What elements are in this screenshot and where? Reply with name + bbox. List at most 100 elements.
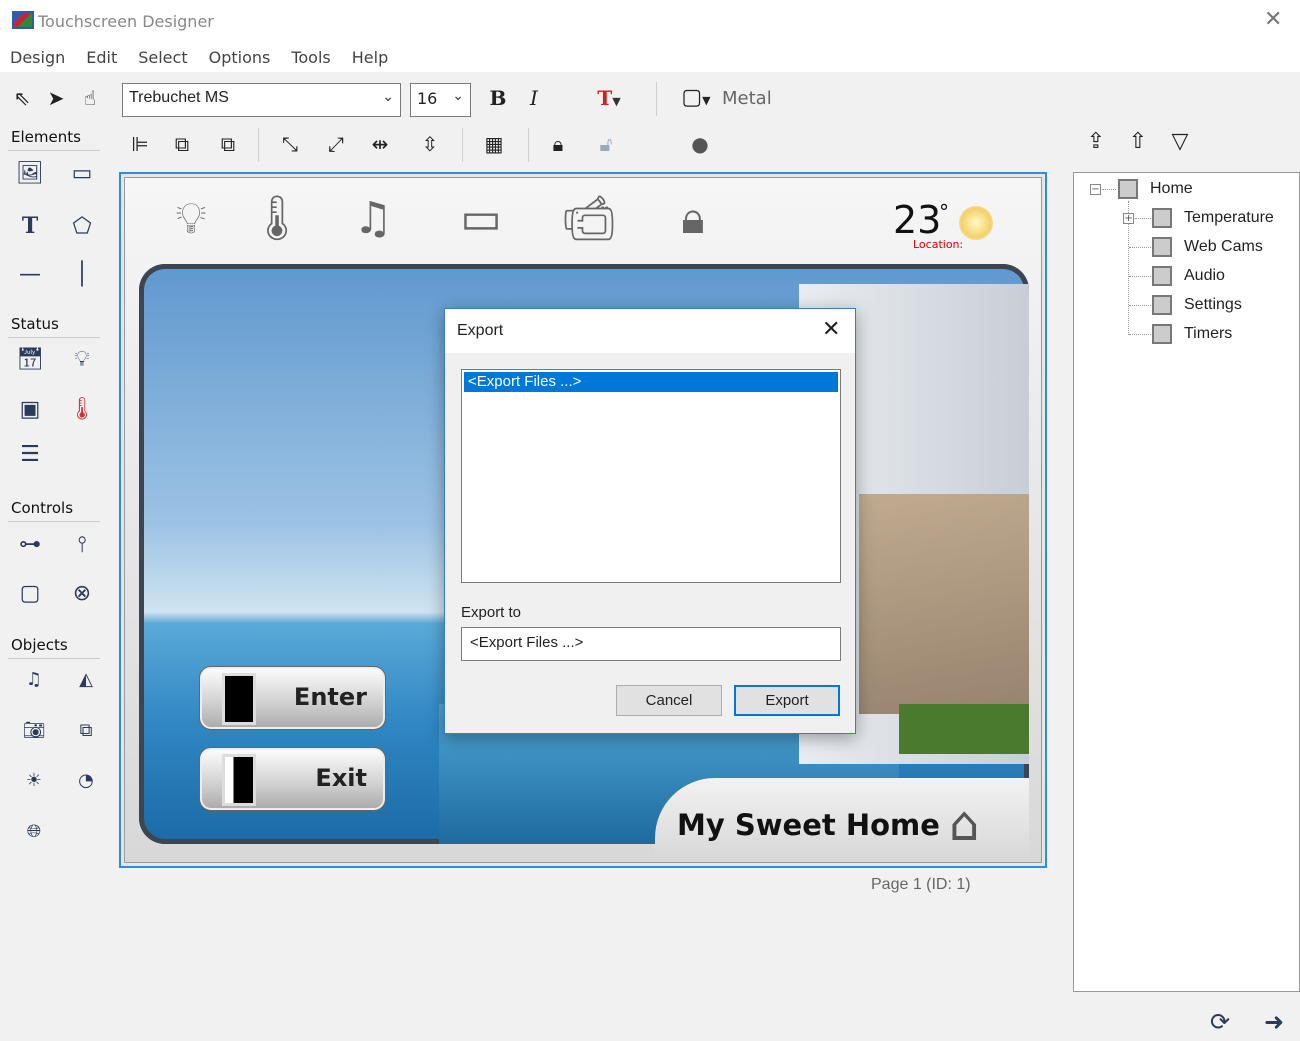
- text-color-label: T: [597, 86, 613, 110]
- variable-display-icon[interactable]: ▣: [14, 393, 46, 425]
- collapse-icon[interactable]: −: [1090, 184, 1101, 195]
- menu-edit[interactable]: Edit: [86, 44, 117, 72]
- web-object-icon[interactable]: 🌐︎: [18, 815, 50, 847]
- tree-label: Timers: [1184, 325, 1233, 342]
- arrow-pointer-icon[interactable]: ➤: [42, 84, 70, 112]
- toolbar-separator: [528, 128, 529, 162]
- hand-pointer-icon[interactable]: ☝: [76, 84, 104, 112]
- text-color-button[interactable]: T▼: [592, 84, 626, 116]
- bold-button[interactable]: B: [484, 84, 512, 112]
- image-element-icon[interactable]: 🖼︎: [14, 157, 46, 189]
- tree-item-settings[interactable]: Settings: [1152, 295, 1242, 315]
- window-close-icon[interactable]: ✕: [1264, 7, 1282, 32]
- audio-object-icon[interactable]: ♫: [18, 663, 50, 695]
- menu-select[interactable]: Select: [138, 44, 187, 72]
- exit-app-icon[interactable]: ➜: [1254, 1006, 1294, 1038]
- align-left-icon[interactable]: ⊫: [124, 130, 156, 158]
- list-item-selected[interactable]: <Export Files ...>: [464, 372, 838, 392]
- font-family-value: Trebuchet MS: [129, 89, 229, 106]
- horizontal-line-icon[interactable]: —: [14, 258, 46, 290]
- dialog-title: Export: [457, 322, 504, 339]
- vertical-line-icon[interactable]: │: [66, 258, 98, 290]
- palette-status-title: Status: [11, 315, 59, 333]
- select-pointer-icon[interactable]: ⇖: [8, 84, 36, 112]
- lock-icon[interactable]: 🔒︎: [663, 188, 723, 248]
- export-to-label: Export to: [461, 604, 522, 621]
- tree-connector: [1102, 189, 1116, 190]
- enter-button[interactable]: Enter: [199, 666, 386, 730]
- page-icon: [1118, 179, 1138, 199]
- blind-object-icon[interactable]: ◭: [70, 663, 102, 695]
- export-to-field[interactable]: <Export Files ...>: [461, 627, 841, 661]
- vertical-slider-icon[interactable]: ⫯: [66, 528, 98, 560]
- button-control-icon[interactable]: ▢: [14, 577, 46, 609]
- filter-icon[interactable]: ▽: [1164, 128, 1196, 156]
- location-label: Location:: [913, 238, 964, 251]
- add-page-icon[interactable]: ⇪: [1080, 128, 1112, 156]
- page-icon: [1152, 324, 1172, 344]
- unlock-icon[interactable]: 🔓︎: [590, 130, 622, 158]
- music-note-icon[interactable]: ♫: [343, 188, 403, 248]
- thermometer-icon[interactable]: 🌡︎: [247, 188, 307, 248]
- shapes-element-icon[interactable]: ⬠: [66, 210, 98, 242]
- distribute-vertical-icon[interactable]: ⇳: [414, 130, 446, 158]
- send-back-icon[interactable]: ⧉: [212, 130, 244, 158]
- lock-icon[interactable]: 🔒︎: [544, 130, 572, 158]
- text-list-icon[interactable]: ☰: [14, 438, 46, 470]
- page-indicator: Page 1 (ID: 1): [871, 876, 971, 893]
- chevron-down-icon: ⌄: [452, 88, 464, 104]
- title-bar: Touchscreen Designer ✕: [0, 0, 1300, 44]
- house-icon[interactable]: ⌂: [949, 796, 979, 852]
- tv-icon[interactable]: ▭: [451, 188, 511, 248]
- font-family-select[interactable]: Trebuchet MS ⌄: [122, 83, 401, 117]
- tree-item-web-cams[interactable]: Web Cams: [1152, 237, 1263, 257]
- menu-help[interactable]: Help: [352, 44, 388, 72]
- cancel-button[interactable]: Cancel: [616, 685, 722, 716]
- shrink-icon[interactable]: ⤡: [274, 130, 306, 158]
- tree-item-home[interactable]: Home: [1118, 179, 1193, 199]
- light-bulb-icon[interactable]: 💡︎: [161, 188, 221, 248]
- camera-object-icon[interactable]: 📷︎: [18, 714, 50, 746]
- italic-button[interactable]: I: [520, 84, 548, 112]
- export-dialog: Export ✕ <Export Files ...> Export to <E…: [444, 308, 856, 734]
- chevron-down-icon: ▼: [612, 95, 621, 108]
- toolbar-separator: [462, 128, 463, 162]
- bring-front-icon[interactable]: ⧉: [166, 130, 198, 158]
- expand-icon[interactable]: +: [1123, 213, 1134, 224]
- theme-shape-button[interactable]: ▢▼: [676, 84, 716, 115]
- light-object-icon[interactable]: ☀: [18, 764, 50, 796]
- menu-options[interactable]: Options: [209, 44, 271, 72]
- font-size-select[interactable]: 16 ⌄: [410, 83, 471, 117]
- tree-item-audio[interactable]: Audio: [1152, 266, 1225, 286]
- dial-control-icon[interactable]: ⊗: [66, 577, 98, 609]
- tree-item-temperature[interactable]: Temperature: [1152, 208, 1274, 228]
- tree-connector: [1129, 305, 1151, 306]
- thermometer-icon[interactable]: 🌡︎: [66, 393, 98, 425]
- window-object-icon[interactable]: ⧉: [70, 714, 102, 746]
- exit-button[interactable]: Exit: [199, 747, 386, 811]
- export-button[interactable]: Export: [734, 685, 840, 716]
- tree-label: Settings: [1184, 296, 1242, 313]
- grid-icon[interactable]: ▦: [478, 130, 510, 158]
- export-list[interactable]: <Export Files ...>: [461, 369, 841, 583]
- frame-element-icon[interactable]: ▭: [66, 157, 98, 189]
- close-icon[interactable]: ✕: [822, 317, 840, 342]
- text-element-icon[interactable]: T: [14, 210, 46, 242]
- menu-design[interactable]: Design: [10, 44, 65, 72]
- horizontal-slider-icon[interactable]: ⊶: [14, 528, 46, 560]
- webcam-icon[interactable]: 📹︎: [559, 188, 619, 248]
- calendar-icon[interactable]: 📅︎: [14, 343, 46, 375]
- chevron-down-icon: ⌄: [382, 88, 394, 104]
- distribute-horizontal-icon[interactable]: ⇹: [364, 130, 396, 158]
- grow-icon[interactable]: ⤢: [320, 130, 352, 158]
- menu-bar: Design Edit Select Options Tools Help: [0, 44, 1300, 72]
- page-icon: [1152, 295, 1172, 315]
- bulb-icon[interactable]: 💡︎: [66, 343, 98, 375]
- house-glass: [859, 494, 1029, 714]
- gauge-object-icon[interactable]: ◔: [70, 764, 102, 796]
- move-up-icon[interactable]: ⇧: [1122, 128, 1154, 156]
- record-dot-icon[interactable]: ●: [686, 130, 714, 158]
- sync-icon[interactable]: ⟳: [1200, 1006, 1240, 1038]
- menu-tools[interactable]: Tools: [291, 44, 330, 72]
- tree-item-timers[interactable]: Timers: [1152, 324, 1232, 344]
